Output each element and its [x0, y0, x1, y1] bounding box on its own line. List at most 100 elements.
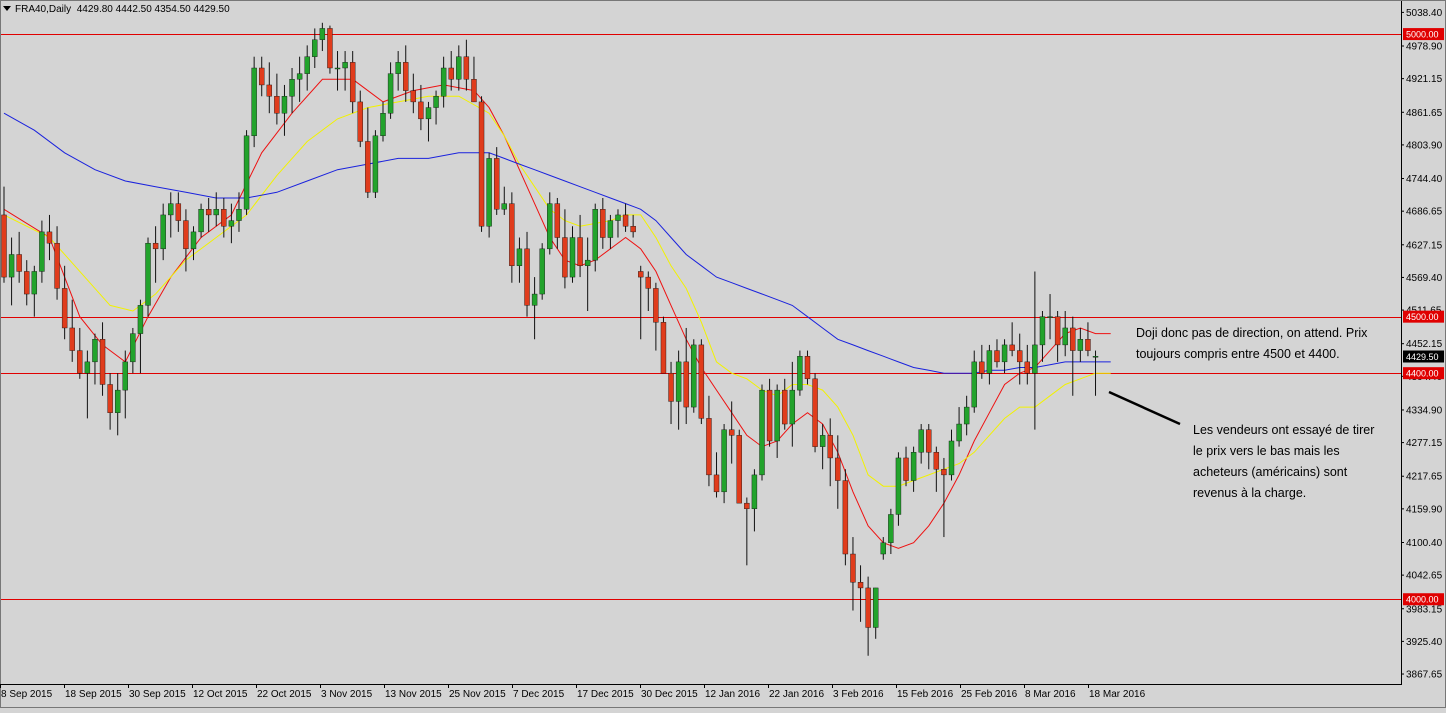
- candle-body: [857, 582, 864, 589]
- candle-body: [531, 293, 538, 306]
- x-tick-label: 3 Nov 2015: [321, 689, 373, 700]
- x-tick-label: 25 Nov 2015: [449, 689, 506, 700]
- candle-body: [744, 502, 750, 510]
- candle-body: [721, 429, 727, 493]
- candle-body: [728, 429, 735, 436]
- candle-body: [92, 339, 98, 363]
- x-tick-label: 18 Mar 2016: [1089, 689, 1146, 700]
- y-tick-label: 4100.40: [1406, 538, 1443, 549]
- candle-body: [54, 242, 60, 289]
- candle-body: [668, 372, 674, 402]
- y-tick-label: 4921.15: [1406, 74, 1443, 85]
- x-tick-label: 30 Sep 2015: [129, 689, 186, 700]
- candle-body: [99, 339, 106, 385]
- y-tick-label: 4277.15: [1406, 438, 1443, 449]
- candle-body: [615, 214, 621, 221]
- candle-body: [880, 542, 886, 555]
- candle-body: [387, 73, 394, 114]
- candle-body: [797, 356, 803, 391]
- candle-body: [274, 96, 280, 114]
- candle-body: [986, 350, 993, 374]
- candle-body: [774, 389, 780, 442]
- candle-body: [228, 220, 235, 227]
- x-tick-label: 18 Sep 2015: [65, 689, 122, 700]
- candle-body: [873, 587, 879, 628]
- x-tick-label: 3 Feb 2016: [833, 689, 884, 700]
- candle-body: [130, 333, 136, 363]
- candle-body: [622, 214, 629, 227]
- candle-body: [107, 384, 113, 413]
- candle-body: [403, 62, 409, 91]
- candle-body: [1009, 344, 1015, 351]
- annotation-doji: Doji donc pas de direction, on attend. P…: [1136, 326, 1368, 361]
- candle-body: [736, 435, 742, 504]
- candle-body: [1001, 344, 1008, 363]
- candle-body: [471, 79, 477, 103]
- candle-body: [516, 248, 523, 266]
- candle-body: [569, 237, 576, 278]
- candle-body: [547, 203, 553, 250]
- candle-body: [289, 79, 295, 97]
- x-tick-label: 7 Dec 2015: [513, 689, 565, 700]
- candle-body: [418, 101, 424, 120]
- candle-body: [1017, 350, 1023, 363]
- candle-body: [812, 378, 818, 447]
- candle-body: [1062, 327, 1068, 346]
- x-tick-label: 8 Sep 2015: [1, 689, 53, 700]
- x-tick-label: 25 Feb 2016: [961, 689, 1018, 700]
- candle-body: [554, 203, 561, 238]
- candle-body: [365, 141, 371, 193]
- level-price-label: 5000.00: [1406, 30, 1439, 40]
- candle-body: [850, 553, 856, 583]
- candle-body: [698, 344, 705, 419]
- y-tick-label: 3867.65: [1406, 670, 1443, 681]
- candle-body: [895, 457, 902, 515]
- candle-body: [524, 248, 530, 306]
- level-price-label: 4500.00: [1406, 312, 1439, 322]
- candle-body: [1085, 339, 1091, 351]
- candle-body: [266, 84, 272, 97]
- candle-body: [494, 158, 500, 210]
- candle-body: [77, 350, 83, 374]
- candle-body: [903, 457, 909, 481]
- level-price-label: 4400.00: [1406, 369, 1439, 379]
- candle-body: [69, 327, 75, 351]
- candle-body: [577, 237, 583, 266]
- candle-body: [963, 406, 970, 425]
- candle-body: [342, 62, 348, 69]
- candle-body: [183, 220, 189, 250]
- candle-body: [819, 435, 826, 447]
- candle-body: [918, 429, 924, 453]
- candle-body: [1092, 356, 1099, 358]
- y-tick-label: 4686.65: [1406, 207, 1443, 218]
- y-tick-label: 5038.40: [1406, 8, 1443, 19]
- candle-body: [448, 67, 454, 80]
- candle-body: [312, 39, 318, 57]
- candle-body: [478, 101, 485, 227]
- candle-body: [243, 135, 250, 210]
- candle-body: [1024, 361, 1031, 374]
- candle-body: [152, 242, 159, 250]
- candle-body: [380, 113, 386, 137]
- candle-body: [607, 220, 614, 238]
- candle-body: [660, 322, 667, 374]
- candle-body: [759, 389, 765, 476]
- dropdown-triangle-icon[interactable]: [3, 6, 11, 11]
- candle-body: [827, 435, 833, 459]
- candle-body: [910, 452, 917, 481]
- candle-body: [24, 271, 30, 295]
- x-tick-label: 12 Jan 2016: [705, 689, 760, 700]
- candle-body: [61, 288, 68, 329]
- candle-body: [865, 587, 871, 628]
- candle-body: [372, 135, 379, 193]
- candle-body: [160, 214, 166, 250]
- candle-body: [84, 361, 91, 374]
- candle-body: [713, 474, 720, 493]
- candle-body: [948, 440, 955, 476]
- candle-body: [956, 423, 962, 442]
- candle-body: [501, 203, 507, 210]
- y-tick-label: 4861.65: [1406, 108, 1443, 119]
- candle-body: [751, 474, 758, 510]
- candle-body: [296, 73, 303, 80]
- y-tick-label: 4217.65: [1406, 472, 1443, 483]
